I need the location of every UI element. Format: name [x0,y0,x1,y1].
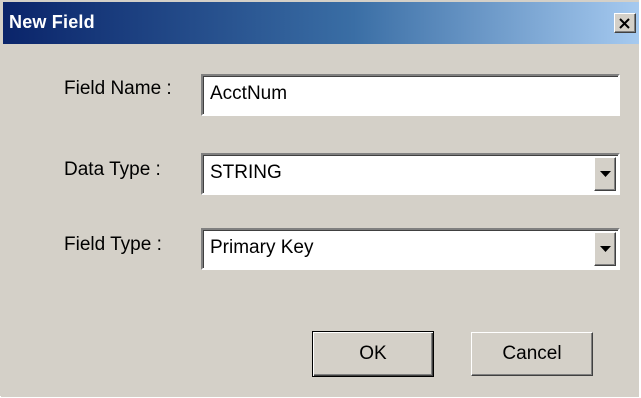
field-type-select[interactable]: Primary Key [201,228,620,270]
close-button[interactable] [614,13,636,33]
field-name-value: AcctNum [210,83,288,104]
chevron-down-icon [599,245,611,252]
field-type-label: Field Type : [64,234,162,255]
title-bar[interactable]: New Field [3,2,640,44]
dialog-title: New Field [9,12,95,32]
data-type-select[interactable]: STRING [201,153,620,195]
new-field-dialog: New Field Field Name : AcctNum Data Type… [0,0,640,397]
field-type-dropdown-button[interactable] [594,232,616,266]
chevron-down-icon [599,170,611,177]
data-type-label: Data Type : [64,159,161,180]
data-type-value: STRING [210,162,282,183]
cancel-button[interactable]: Cancel [471,332,593,376]
ok-button-label: OK [359,343,387,364]
close-icon [619,17,630,29]
ok-button[interactable]: OK [312,331,434,377]
cancel-button-label: Cancel [502,343,562,364]
field-name-label: Field Name : [64,78,172,99]
field-name-input[interactable]: AcctNum [201,74,620,116]
data-type-dropdown-button[interactable] [594,157,616,191]
dialog-body: Field Name : AcctNum Data Type : STRING … [1,45,640,397]
field-type-value: Primary Key [210,237,314,258]
